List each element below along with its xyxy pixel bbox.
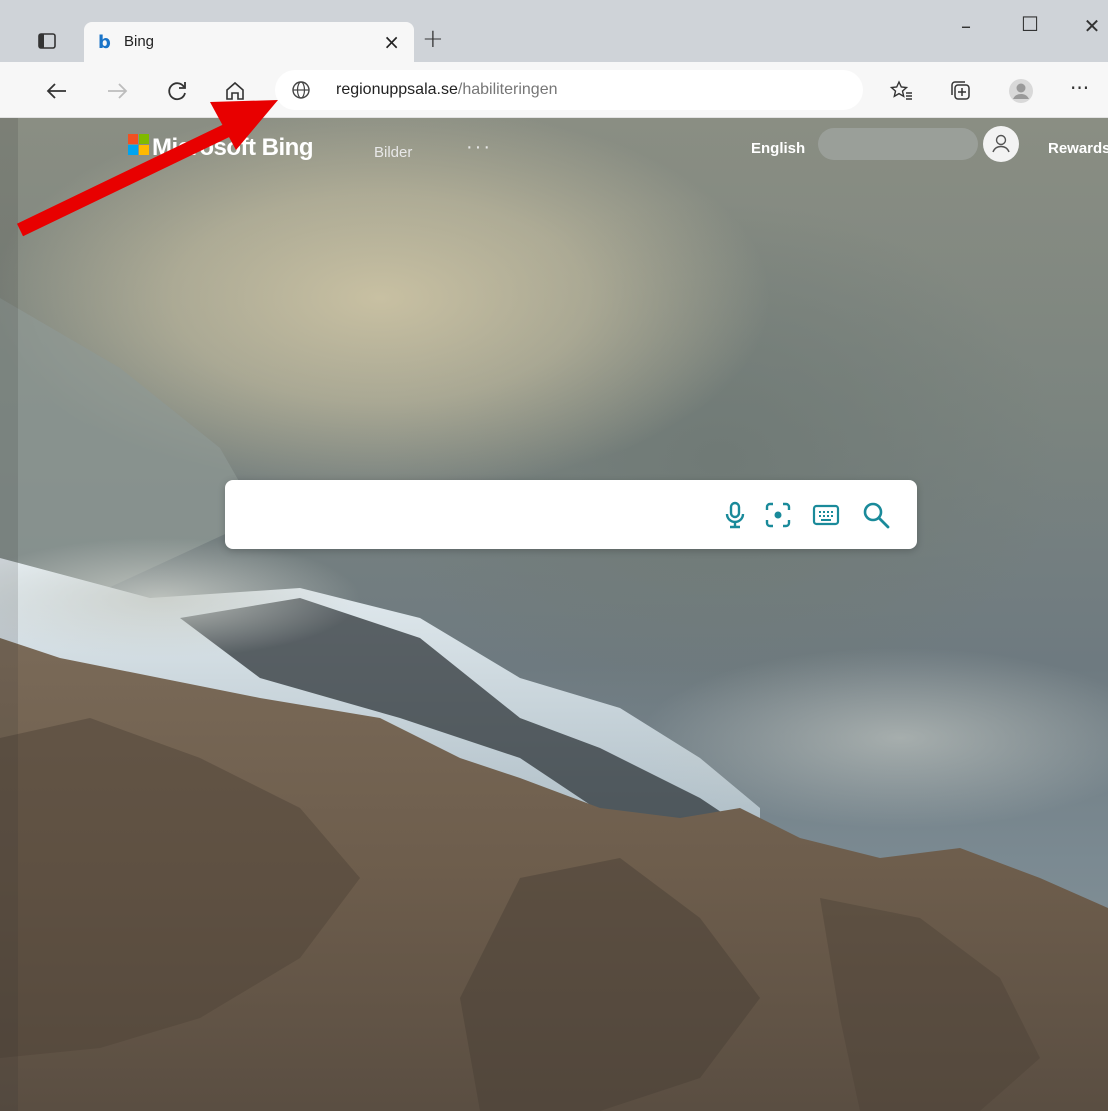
home-icon[interactable] bbox=[222, 78, 248, 104]
browser-chrome: b Bing × + – ☐ ✕ regionuppsala.se/habili… bbox=[0, 0, 1108, 118]
close-window-button[interactable]: ✕ bbox=[1072, 14, 1108, 44]
url-path: /habiliteringen bbox=[457, 81, 558, 98]
toolbar: regionuppsala.se/habiliteringen ··· bbox=[0, 62, 1108, 118]
window-edge bbox=[0, 118, 18, 1111]
url-text[interactable]: regionuppsala.se/habiliteringen bbox=[336, 81, 558, 99]
new-tab-icon[interactable]: + bbox=[422, 24, 444, 54]
tab-title: Bing bbox=[124, 33, 155, 50]
mic-icon[interactable] bbox=[721, 500, 749, 530]
nav-images-link[interactable]: Bilder bbox=[374, 144, 412, 161]
close-tab-icon[interactable]: × bbox=[383, 30, 400, 54]
rewards-link[interactable]: Rewards bbox=[1048, 140, 1108, 157]
nav-more-button[interactable]: ··· bbox=[466, 136, 492, 159]
globe-icon bbox=[291, 80, 311, 100]
language-link[interactable]: English bbox=[751, 140, 805, 157]
microsoft-logo-icon-blue bbox=[128, 145, 138, 155]
visual-search-icon[interactable] bbox=[763, 500, 791, 530]
tab-actions-icon[interactable] bbox=[36, 30, 58, 52]
tab-bing[interactable]: b Bing × bbox=[84, 22, 414, 62]
profile-icon[interactable] bbox=[1008, 78, 1034, 104]
microsoft-logo-icon bbox=[128, 134, 138, 144]
maximize-button[interactable]: ☐ bbox=[1010, 12, 1050, 42]
address-bar[interactable]: regionuppsala.se/habiliteringen bbox=[275, 70, 863, 110]
search-icon[interactable] bbox=[861, 500, 890, 530]
bing-page: Microsoft Bing Bilder ··· English Reward… bbox=[0, 118, 1108, 1111]
back-icon[interactable] bbox=[44, 78, 70, 104]
microsoft-logo-icon-green bbox=[139, 134, 149, 144]
user-name-redacted[interactable] bbox=[818, 128, 978, 160]
search-box bbox=[225, 480, 917, 549]
microsoft-logo-icon-yellow bbox=[139, 145, 149, 155]
bing-favicon-icon: b bbox=[98, 32, 111, 53]
favorites-icon[interactable] bbox=[888, 78, 914, 104]
forward-icon[interactable] bbox=[104, 78, 130, 104]
keyboard-icon[interactable] bbox=[811, 500, 840, 530]
minimize-button[interactable]: – bbox=[946, 14, 986, 44]
search-input[interactable] bbox=[243, 494, 703, 534]
background-image bbox=[0, 298, 1108, 1111]
refresh-icon[interactable] bbox=[164, 78, 190, 104]
user-avatar-icon[interactable] bbox=[983, 126, 1019, 162]
url-host: regionuppsala.se bbox=[336, 81, 458, 98]
tab-strip: b Bing × + – ☐ ✕ bbox=[0, 0, 1108, 62]
more-menu-button[interactable]: ··· bbox=[1070, 76, 1096, 102]
collections-icon[interactable] bbox=[948, 78, 974, 104]
bing-brand-logo[interactable]: Microsoft Bing bbox=[152, 134, 314, 162]
